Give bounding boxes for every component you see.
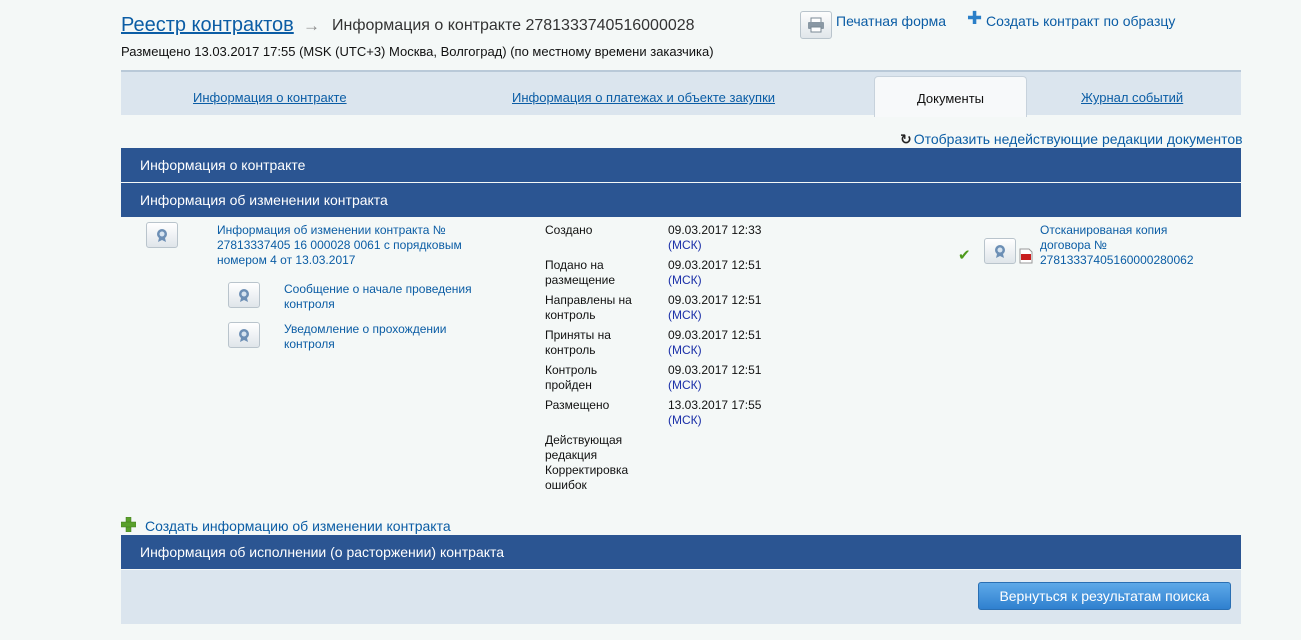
create-contract-by-sample-link[interactable]: Создать контракт по образцу (986, 13, 1175, 29)
print-icon (808, 17, 824, 33)
scanned-contract-copy-link[interactable]: Отсканированая копия договора № 27813337… (1040, 223, 1215, 268)
certificate-icon (157, 229, 167, 242)
certificate-button-scan[interactable] (984, 238, 1016, 264)
pdf-icon (1019, 248, 1033, 264)
back-to-search-results-button[interactable]: Вернуться к результатам поиска (978, 582, 1231, 610)
control-passed-notice-link[interactable]: Уведомление о прохождении контроля (284, 322, 484, 352)
show-inactive-label: Отобразить недействующие редакции докуме… (913, 131, 1243, 147)
status-label-created: Создано (545, 223, 593, 237)
plus-icon: ✚ (967, 8, 983, 28)
status-value-sent-to-control: 09.03.2017 12:51 (МСК) (668, 293, 762, 322)
tab-payments-info[interactable]: Информация о платежах и объекте закупки (512, 90, 775, 105)
status-label-accepted: Приняты на контроль (545, 328, 611, 357)
control-start-message-link[interactable]: Сообщение о начале проведения контроля (284, 282, 494, 312)
section-execution-info[interactable]: Информация об исполнении (о расторжении)… (121, 535, 1241, 569)
tab-bar: Информация о контракте Информация о плат… (121, 70, 1241, 117)
status-value-created: 09.03.2017 12:33 (МСК) (668, 223, 762, 252)
check-icon: ✔ (958, 247, 971, 264)
print-button[interactable] (800, 11, 832, 39)
posted-date-text: Размещено 13.03.2017 17:55 (MSK (UTC+3) … (121, 44, 714, 59)
certificate-icon (995, 245, 1005, 258)
print-form-link[interactable]: Печатная форма (836, 13, 946, 29)
status-value-submitted: 09.03.2017 12:51 (МСК) (668, 258, 762, 287)
show-inactive-editions-link[interactable]: ↻ Отобразить недействующие редакции докум… (900, 131, 1243, 148)
section-contract-info[interactable]: Информация о контракте (121, 148, 1241, 182)
certificate-icon (239, 289, 249, 302)
status-value-control-passed: 09.03.2017 12:51 (МСК) (668, 363, 762, 392)
edition-note: Действующая редакция Корректировка ошибо… (545, 433, 629, 492)
tab-event-log[interactable]: Журнал событий (1081, 90, 1183, 105)
plus-green-icon (121, 517, 136, 532)
status-value-placed: 13.03.2017 17:55 (МСК) (668, 398, 762, 427)
refresh-icon: ↻ (900, 131, 912, 147)
create-change-info-link[interactable]: Создать информацию об изменении контракт… (145, 518, 451, 534)
section-change-info[interactable]: Информация об изменении контракта (121, 183, 1241, 217)
breadcrumb-arrow-icon: → (303, 16, 320, 35)
certificate-button-control-start[interactable] (228, 282, 260, 308)
certificate-button[interactable] (146, 222, 178, 248)
certificate-button-control-passed[interactable] (228, 322, 260, 348)
status-label-submitted: Подано на размещение (545, 258, 616, 287)
tab-documents[interactable]: Документы (874, 76, 1027, 117)
status-label-placed: Размещено (545, 398, 610, 412)
tab-contract-info[interactable]: Информация о контракте (193, 90, 347, 105)
status-label-sent-to-control: Направлены на контроль (545, 293, 632, 322)
change-info-document-link[interactable]: Информация об изменении контракта № 2781… (217, 223, 477, 268)
certificate-icon (239, 329, 249, 342)
status-value-accepted: 09.03.2017 12:51 (МСК) (668, 328, 762, 357)
status-label-control-passed: Контроль пройден (545, 363, 598, 392)
page-title: Информация о контракте 27813337405160000… (332, 17, 695, 34)
breadcrumb-registry-link[interactable]: Реестр контрактов (121, 14, 294, 37)
footer-panel: Вернуться к результатам поиска (121, 570, 1241, 624)
